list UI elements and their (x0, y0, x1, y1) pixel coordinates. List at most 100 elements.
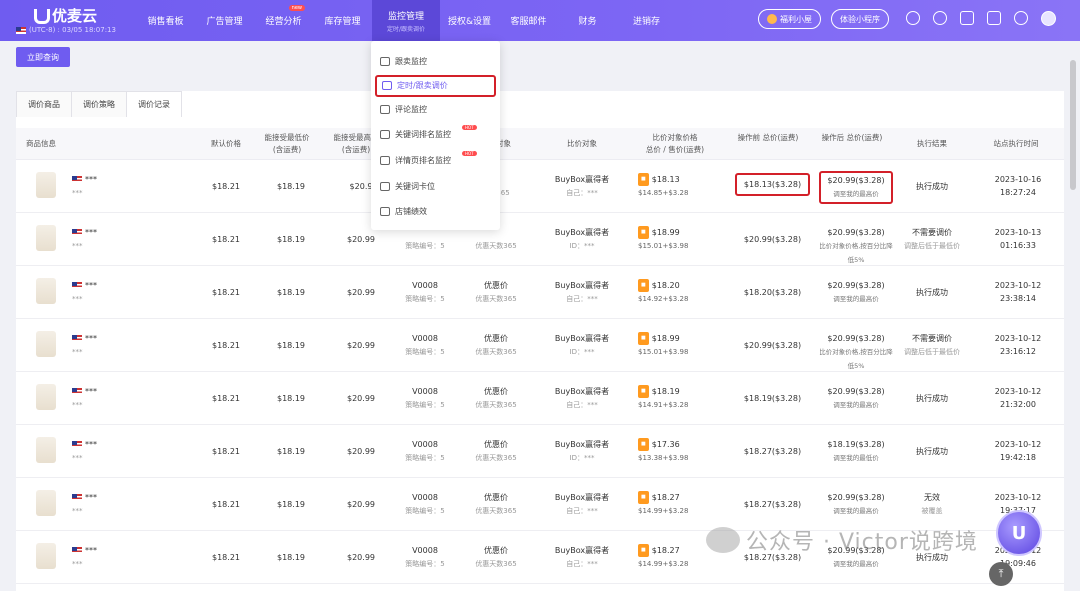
logo-icon (32, 8, 50, 24)
nav-monitoring[interactable]: 监控管理 定时/跟卖调价 (372, 0, 440, 41)
product-thumbnail[interactable] (36, 278, 56, 304)
target-name: 优惠价 (484, 387, 508, 396)
min-price: $18.19 (277, 553, 305, 562)
th-result: 执行结果 (917, 139, 947, 148)
compare-target: BuyBox赢得者 ID：*** (546, 332, 618, 359)
wechat-icon (706, 527, 740, 553)
support-icon[interactable] (906, 11, 920, 25)
scrollbar[interactable] (1070, 60, 1076, 190)
nav-finance[interactable]: 财务 (558, 0, 617, 41)
strategy-name[interactable]: V0008 (412, 546, 438, 555)
menu-item-review-monitor[interactable]: 评论监控 (371, 97, 500, 123)
menu-item-store-performance[interactable]: 店铺绩效 (371, 199, 500, 225)
back-to-top-button[interactable]: ⤒ (989, 562, 1013, 586)
tabs: 调价商品 调价策略 调价记录 (16, 91, 182, 117)
strategy: V0008 策略编号：5 (390, 491, 460, 518)
us-flag-icon (72, 441, 82, 448)
product-sub: *** (72, 560, 83, 568)
exec-date: 2023-10-12 (994, 493, 1042, 502)
avatar[interactable] (1041, 11, 1056, 26)
menu-item-detail-rank[interactable]: 详情页排名监控 HOT (371, 148, 500, 174)
watermark: 公众号 · Victor说跨境 (706, 524, 978, 556)
nav-label: 经营分析 (265, 17, 302, 27)
before-price: $18.13($3.28) (735, 173, 810, 196)
nav-auth-settings[interactable]: 授权&设置 (440, 0, 499, 41)
target: 优惠价 优惠天数365 (466, 544, 526, 571)
nav-ad-management[interactable]: 广告管理 (195, 0, 254, 41)
product-thumbnail[interactable] (36, 437, 56, 463)
nav-sales-dashboard[interactable]: 销售看板 (136, 0, 195, 41)
exec-time: 01:16:33 (1000, 241, 1036, 250)
product-thumbnail[interactable] (36, 490, 56, 516)
site-exec-time: 2023-10-12 21:32:00 (978, 385, 1058, 411)
after-price-value: $18.19($3.28) (827, 440, 885, 449)
compare-price: ■ $18.19 $14.91+$3.28 (638, 385, 718, 412)
tab-pricing-records[interactable]: 调价记录 (126, 91, 182, 117)
strategy-name[interactable]: V0008 (412, 440, 438, 449)
product-sub: *** (72, 242, 83, 250)
product-thumbnail[interactable] (36, 225, 56, 251)
max-price: $20.99 (347, 553, 375, 562)
welfare-button[interactable]: 福利小屋 (758, 9, 821, 29)
menu-label: 评论监控 (395, 104, 427, 114)
slot-icon (380, 181, 390, 191)
new-badge: new (288, 5, 305, 11)
message-icon[interactable] (960, 11, 974, 25)
product-thumbnail[interactable] (36, 331, 56, 357)
main-content: 立即查询 调价商品 调价策略 调价记录 商品信息 默认价格 能接受最低价 (含运… (0, 41, 1080, 591)
nav-customer-email[interactable]: 客服邮件 (499, 0, 558, 41)
compare-name: BuyBox赢得者 (554, 546, 610, 555)
compare-name: BuyBox赢得者 (554, 440, 610, 449)
bell-icon[interactable] (1014, 11, 1028, 25)
tab-pricing-products[interactable]: 调价商品 (16, 91, 72, 117)
us-flag-icon (72, 388, 82, 395)
compare-name: BuyBox赢得者 (554, 281, 610, 290)
after-price: $20.99($3.28) 调至我的最高价 (819, 385, 893, 412)
strategy-name[interactable]: V0008 (412, 387, 438, 396)
cart-icon[interactable] (987, 11, 1001, 25)
miniapp-button[interactable]: 体验小程序 (831, 9, 889, 29)
help-icon[interactable] (933, 11, 947, 25)
product-thumbnail[interactable] (36, 543, 56, 569)
menu-item-follow-monitor[interactable]: 跟卖监控 (371, 49, 500, 75)
strategy-name[interactable]: V0008 (412, 493, 438, 502)
us-flag-icon (72, 494, 82, 501)
compare-price-value: $18.20 (651, 281, 680, 290)
before-price: $18.27($3.28) (743, 500, 802, 509)
menu-item-timed-repricing[interactable]: 定时/跟卖调价 (375, 74, 496, 97)
nav-business-analysis[interactable]: 经营分析 new (254, 0, 313, 41)
menu-label: 跟卖监控 (395, 57, 427, 67)
us-flag-icon (72, 176, 82, 183)
edit-icon (382, 81, 392, 91)
query-now-button[interactable]: 立即查询 (16, 47, 70, 67)
nav-inventory[interactable]: 库存管理 (313, 0, 372, 41)
after-price-note: 比价对象价格,按百分比降低5% (819, 348, 893, 370)
timezone-clock: (UTC-8) : 03/05 18:07:13 (16, 26, 116, 34)
target: 优惠价 优惠天数365 (466, 332, 526, 359)
product-thumbnail[interactable] (36, 384, 56, 410)
compare-sub: 自己：*** (566, 189, 598, 197)
menu-item-keyword-slot[interactable]: 关键词卡位 (371, 173, 500, 199)
target-sub: 优惠天数365 (475, 507, 517, 515)
after-price-value: $20.99($3.28) (827, 334, 885, 343)
assistant-float-button[interactable]: U (996, 510, 1042, 556)
compare-price: ■ $18.13 $14.85+$3.28 (638, 173, 718, 200)
min-price: $18.19 (277, 447, 305, 456)
compare-price-detail: $14.92+$3.28 (638, 295, 689, 303)
after-price-note: 调至我的最高价 (833, 560, 879, 568)
target: 优惠价 优惠天数365 (466, 438, 526, 465)
menu-item-keyword-rank[interactable]: 关键词排名监控 HOT (371, 122, 500, 148)
detail-icon (380, 156, 390, 166)
table-row: *** *** $18.21 $18.19 $20.99 策略编号：5 优惠天数… (16, 213, 1064, 266)
product-thumbnail[interactable] (36, 172, 56, 198)
nav-purchase-sales[interactable]: 进销存 (617, 0, 676, 41)
strategy-name[interactable]: V0008 (412, 281, 438, 290)
product-sku: *** (85, 387, 97, 396)
exec-result: 执行成功 (896, 392, 968, 405)
compare-price-detail: $14.91+$3.28 (638, 401, 689, 409)
compare-price-value: $18.19 (651, 387, 680, 396)
strategy-name[interactable]: V0008 (412, 334, 438, 343)
app-logo[interactable]: 优麦云 (32, 5, 97, 26)
tab-pricing-strategy[interactable]: 调价策略 (71, 91, 127, 117)
th-product: 商品信息 (26, 139, 56, 148)
